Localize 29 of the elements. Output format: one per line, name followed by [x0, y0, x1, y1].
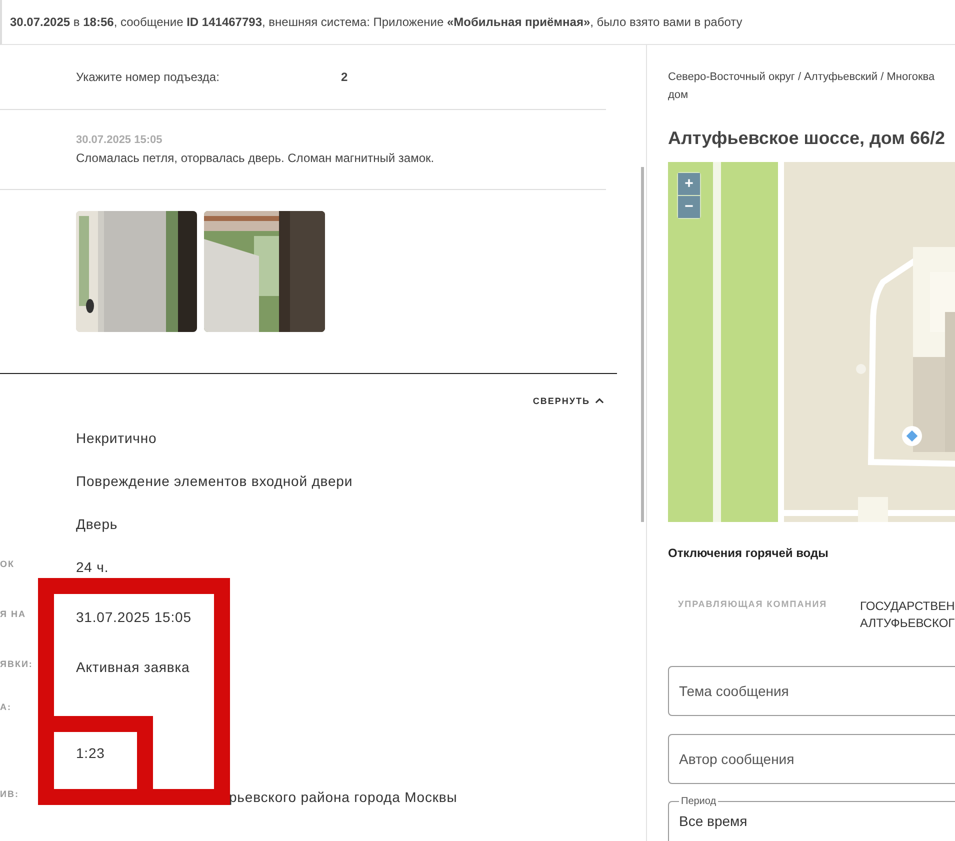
- field-value: рьевского района города Москвы: [229, 789, 458, 805]
- field-label: ИВ:: [0, 789, 19, 799]
- comment-date: 30.07.2025 15:05: [76, 134, 164, 146]
- status-message: 30.07.2025 в 18:56, сообщение ID 141467793, внешняя система: Приложение «Мобильная приёмная», было взято вами в работу: [10, 15, 742, 29]
- collapse-button[interactable]: СВЕРНУТЬ: [530, 386, 606, 416]
- field-label: ОК: [0, 558, 14, 568]
- field-value: 24 ч.: [76, 558, 109, 574]
- field-value: 31.07.2025 15:05: [76, 609, 192, 625]
- field-value: Активная заявка: [76, 659, 190, 675]
- address-title: Алтуфьевское шоссе, дом 66/2: [668, 128, 946, 149]
- chevron-up-icon: [595, 398, 604, 404]
- scrollbar[interactable]: [641, 167, 644, 522]
- field-label: А:: [0, 702, 12, 712]
- field-value: 1:23: [76, 745, 105, 761]
- comment-text: Сломалась петля, оторвалась дверь. Сломан магнитный замок.: [76, 151, 436, 165]
- field-value: ГОСУДАРСТВЕН АЛТУФЬЕВСКОГ: [860, 598, 955, 632]
- field-value: 2: [341, 70, 348, 84]
- section-title: Отключения горячей воды: [668, 546, 830, 560]
- field-value: Дверь: [76, 516, 118, 532]
- field-label: УПРАВЛЯЮЩАЯ КОМПАНИЯ: [678, 598, 828, 611]
- field-value: Повреждение элементов входной двери: [76, 472, 353, 488]
- input-field[interactable]: Автор сообщения: [668, 734, 955, 784]
- period-field[interactable]: Период Все время: [668, 796, 955, 841]
- input-field[interactable]: Тема сообщения: [668, 666, 955, 716]
- breadcrumb: Северо-Восточный округ / Алтуфьевский / Многоква дом: [668, 70, 936, 103]
- field-value: Некритично: [76, 430, 157, 446]
- field-label: Я НА: [0, 609, 26, 619]
- field-label: ЯВКИ:: [0, 659, 33, 669]
- field-label: Укажите номер подъезда:: [76, 70, 220, 84]
